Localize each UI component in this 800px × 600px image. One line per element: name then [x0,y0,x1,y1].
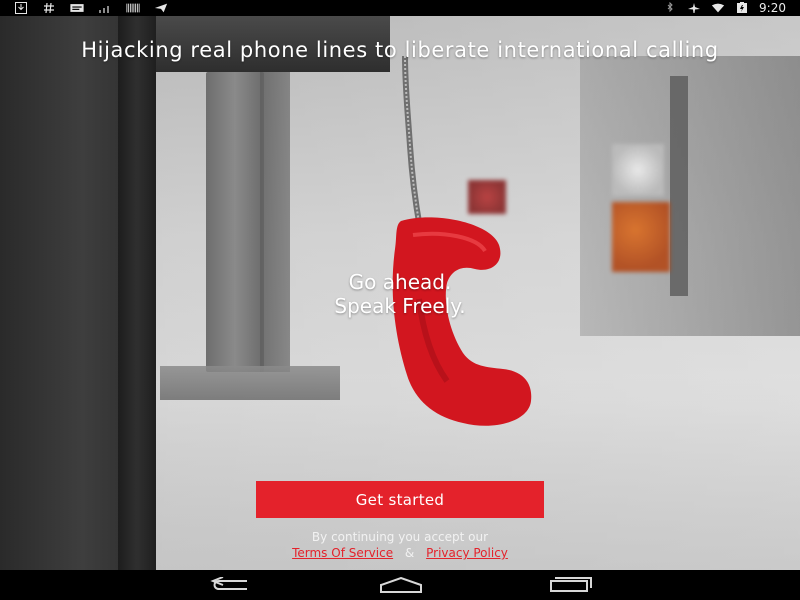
legal-text: By continuing you accept our Terms Of Se… [0,530,800,560]
back-button[interactable] [204,576,254,594]
photo-street-pole [670,76,688,296]
navigation-bar [0,570,800,600]
signal-small-icon [98,2,112,14]
recent-apps-icon [550,577,592,592]
status-time: 9:20 [759,1,786,15]
recent-apps-button[interactable] [546,576,596,594]
home-icon [380,577,422,593]
paper-plane-icon [154,2,168,14]
legal-ampersand: & [404,546,415,560]
phone-cord [402,56,423,228]
get-started-button[interactable]: Get started [256,481,544,518]
barcode-icon [126,2,140,14]
red-handset-icon [392,217,532,426]
booth-pillar-shadow [260,72,290,372]
wifi-icon [711,2,725,14]
app-screen: 9:20 Hijacking real phone lines to liber… [0,0,800,600]
battery-icon [735,2,749,14]
message-icon [70,2,84,14]
booth-pillar [206,72,264,372]
booth-sill [160,366,340,400]
hash-icon [42,2,56,14]
legal-prefix: By continuing you accept our [311,530,489,544]
download-icon [14,2,28,14]
terms-of-service-link[interactable]: Terms Of Service [292,546,393,560]
photo-street-right [580,56,800,336]
hero-tagline: Go ahead. Speak Freely. [290,270,510,318]
photo-white-object [612,144,664,196]
bluetooth-icon [663,2,677,14]
booth-edge [118,16,156,570]
photo-orange-object [612,202,670,272]
home-button[interactable] [376,576,426,594]
back-icon [210,577,247,590]
legal-links: Terms Of Service & Privacy Policy [0,546,800,560]
photo-red-object [468,180,506,214]
status-left [14,0,168,16]
privacy-policy-link[interactable]: Privacy Policy [426,546,508,560]
hero-headline: Hijacking real phone lines to liberate i… [81,38,719,62]
tagline-line-2: Speak Freely. [334,294,466,318]
status-bar: 9:20 [0,0,800,16]
status-right: 9:20 [663,0,786,16]
airplane-icon [687,2,701,14]
tagline-line-1: Go ahead. [348,270,452,294]
